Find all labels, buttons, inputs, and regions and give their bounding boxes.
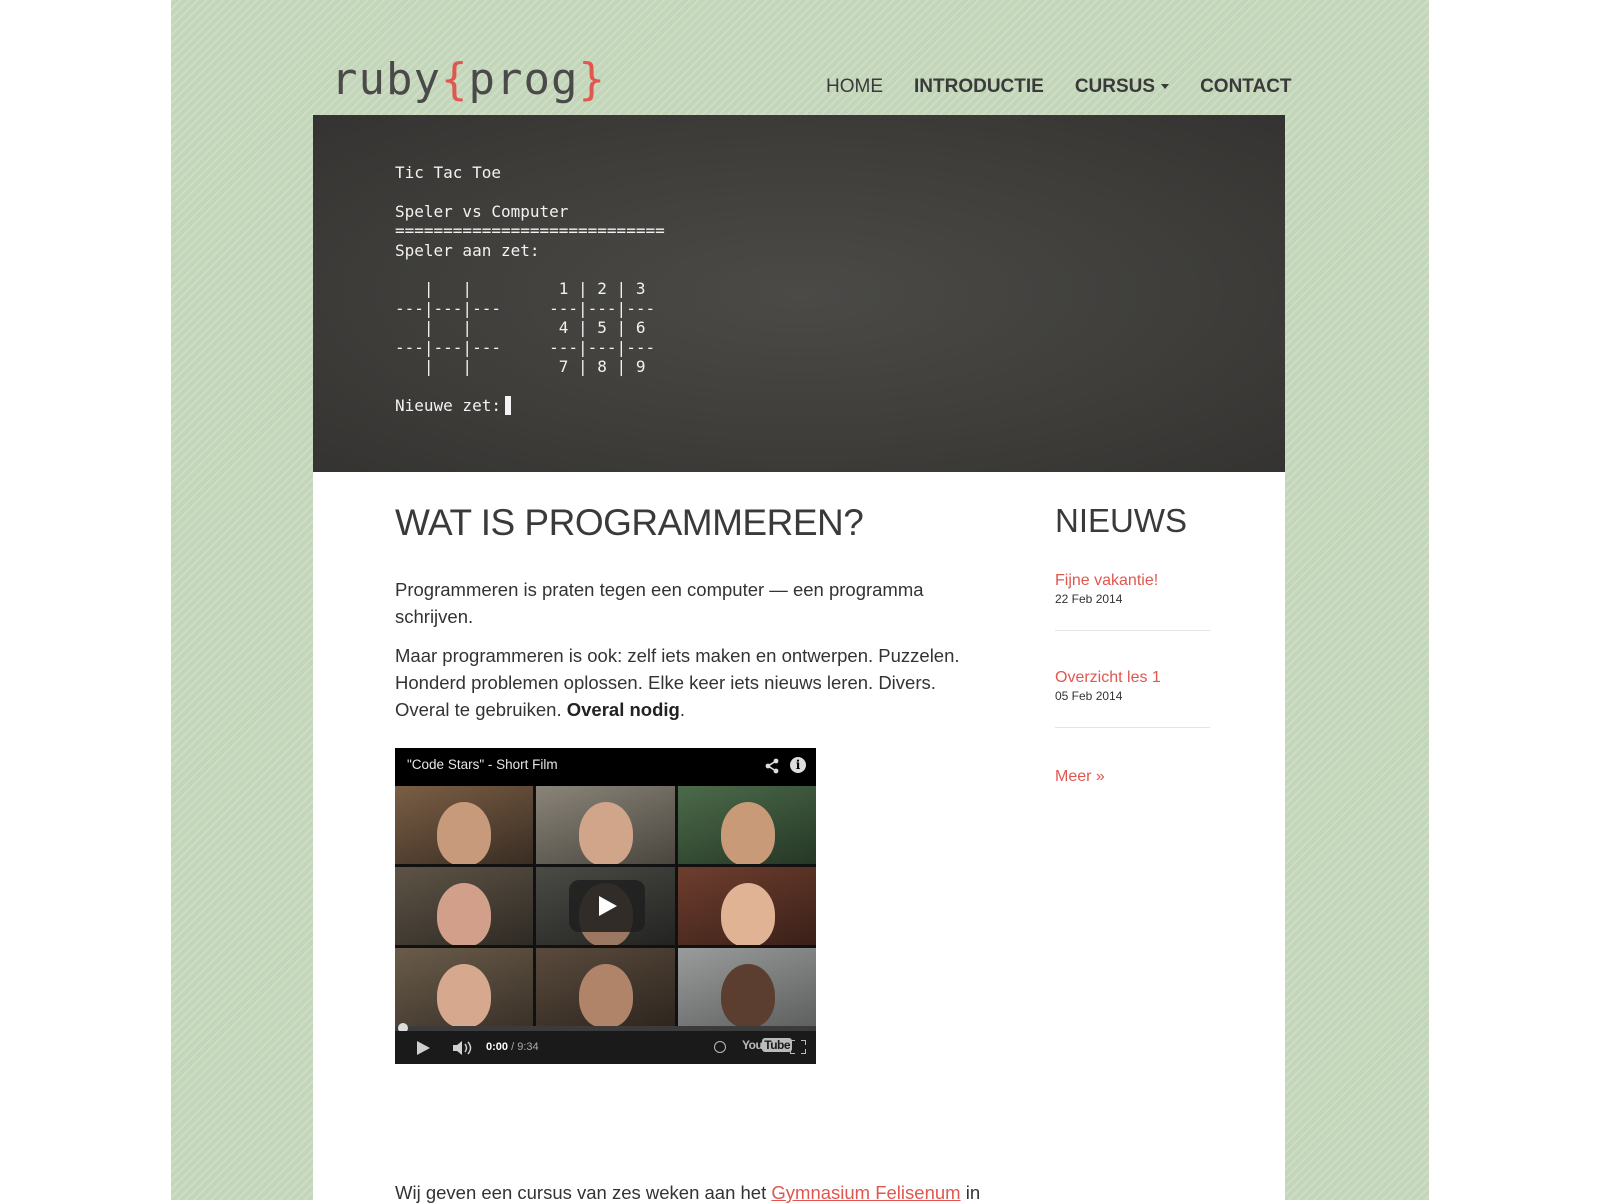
page-title: WAT IS PROGRAMMEREN? [395, 502, 864, 543]
face-image [437, 801, 491, 864]
intro-paragraph: Programmeren is praten tegen een compute… [395, 579, 924, 627]
second-paragraph-end: . [679, 699, 685, 720]
thumbnail-tile [678, 948, 816, 1026]
news-link[interactable]: Fijne vakantie! [1055, 572, 1210, 590]
thumbnail-tile [395, 867, 533, 945]
second-paragraph-bold: Overal nodig [566, 699, 680, 720]
news-date: 22 Feb 2014 [1055, 592, 1123, 606]
face-image [720, 963, 775, 1026]
fullscreen-icon[interactable] [790, 1040, 806, 1054]
share-icon[interactable] [764, 758, 780, 774]
news-item: Overzicht les 1 05 Feb 2014 [1055, 669, 1210, 728]
face-image [578, 963, 633, 1026]
terminal-hero: Tic Tac Toe Speler vs Computer =========… [313, 115, 1285, 472]
site-logo[interactable]: ruby{prog} [331, 54, 606, 105]
second-paragraph: Maar programmeren is ook: zelf iets make… [395, 642, 985, 723]
video-title-bar: "Code Stars" - Short Film i [395, 748, 816, 786]
video-time: 0:00 / 9:34 [486, 1041, 539, 1053]
youtube-tube: Tube [762, 1038, 793, 1052]
main-nav: HOME INTRODUCTIE CURSUS CONTACT [826, 76, 1323, 98]
news-link[interactable]: Overzicht les 1 [1055, 669, 1210, 687]
course-paragraph: Wij geven een cursus van zes weken aan h… [395, 1182, 980, 1204]
nav-contact[interactable]: CONTACT [1200, 76, 1291, 98]
info-icon[interactable]: i [790, 757, 806, 773]
logo-close-brace: } [578, 54, 606, 105]
current-time: 0:00 [486, 1041, 509, 1053]
face-image [578, 801, 633, 864]
news-date: 05 Feb 2014 [1055, 689, 1123, 703]
nav-cursus[interactable]: CURSUS [1074, 76, 1170, 98]
nav-home[interactable]: HOME [826, 76, 883, 98]
thumbnail-tile [536, 948, 675, 1026]
thumbnail-tile [678, 867, 816, 945]
duration: / 9:34 [511, 1041, 539, 1053]
thumbnail-tile [395, 948, 533, 1026]
news-sidebar: NIEUWS Fijne vakantie! 22 Feb 2014 Overz… [1055, 502, 1210, 786]
logo-word2: prog [468, 54, 579, 105]
video-player[interactable]: "Code Stars" - Short Film i 0:00 / 9:34 … [395, 748, 816, 1064]
face-image [720, 801, 775, 864]
nav-introductie[interactable]: INTRODUCTIE [914, 76, 1044, 98]
caret-down-icon [1161, 84, 1170, 90]
news-title: NIEUWS [1055, 502, 1187, 539]
terminal-output: Tic Tac Toe Speler vs Computer =========… [395, 163, 665, 415]
thumbnail-tile [536, 786, 675, 864]
face-image [437, 882, 491, 945]
face-image [437, 963, 491, 1026]
watch-later-icon[interactable] [714, 1041, 726, 1053]
nav-cursus-label: CURSUS [1074, 76, 1156, 97]
volume-icon[interactable] [453, 1041, 475, 1055]
more-news-link[interactable]: Meer » [1055, 768, 1105, 785]
video-title[interactable]: "Code Stars" - Short Film [407, 757, 558, 772]
play-overlay-button[interactable] [569, 880, 645, 932]
terminal-text: Tic Tac Toe Speler vs Computer =========… [395, 163, 665, 415]
thumbnail-tile [678, 786, 816, 864]
youtube-logo-icon[interactable]: You Tube [742, 1038, 793, 1052]
face-image [720, 882, 775, 945]
main-column: WAT IS PROGRAMMEREN? Programmeren is pra… [395, 502, 985, 735]
cursor-icon [504, 395, 511, 415]
youtube-you: You [742, 1038, 763, 1052]
logo-open-brace: { [440, 54, 469, 105]
thumbnail-tile [395, 786, 533, 864]
video-controls: 0:00 / 9:34 You Tube [395, 1031, 816, 1064]
logo-word: ruby [331, 54, 441, 105]
news-item: Fijne vakantie! 22 Feb 2014 [1055, 572, 1210, 631]
content-area: WAT IS PROGRAMMEREN? Programmeren is pra… [313, 472, 1285, 1203]
play-icon[interactable] [417, 1041, 430, 1055]
